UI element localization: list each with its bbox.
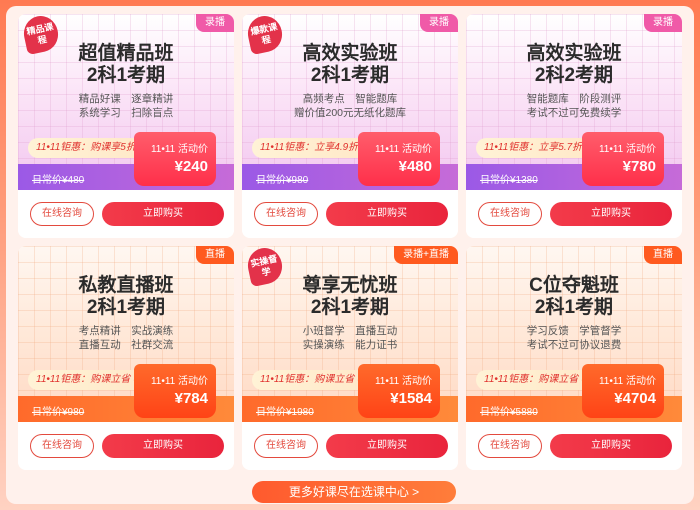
more-courses-button[interactable]: 更多好课尽在选课中心 > <box>252 481 456 503</box>
card-header: 录播 高效实验班 2科2考期 智能题库 阶段测评 考试不过可免费续学 11•11… <box>466 14 682 190</box>
course-features-line2: 实操演练 能力证书 <box>302 339 398 351</box>
activity-label: 11•11 活动价 <box>598 376 656 387</box>
course-type-tag: 录播 <box>644 14 682 32</box>
course-subtitle: 2科2考期 <box>534 65 614 86</box>
course-subtitle: 2科1考期 <box>534 297 614 318</box>
original-price: 日常价¥1380 <box>480 175 538 186</box>
course-type-tag: 直播 <box>196 246 234 264</box>
course-features-line1: 考点精讲 实战演练 <box>78 325 174 337</box>
buy-button[interactable]: 立即购买 <box>326 434 448 458</box>
price-tag: 11•11 活动价 ¥240 <box>134 132 216 186</box>
course-type-tag: 录播 <box>420 14 458 32</box>
card-actions: 在线咨询 立即购买 <box>18 422 234 470</box>
course-card: 录播 精品课程 超值精品班 2科1考期 精品好课 逐章精讲 系统学习 扫除盲点 … <box>18 14 234 238</box>
buy-button[interactable]: 立即购买 <box>550 202 672 226</box>
course-subtitle: 2科1考期 <box>86 65 166 86</box>
course-card: 直播 私教直播班 2科1考期 考点精讲 实战演练 直播互动 社群交流 11•11… <box>18 246 234 470</box>
consult-button[interactable]: 在线咨询 <box>254 434 318 458</box>
course-features-line1: 小班督学 直播互动 <box>302 325 398 337</box>
price-tag: 11•11 活动价 ¥780 <box>582 132 664 186</box>
course-features-line1: 精品好课 逐章精讲 <box>78 93 174 105</box>
card-header: 直播 C位夺魁班 2科1考期 学习反馈 学管督学 考试不过可协议退费 11•11… <box>466 246 682 422</box>
card-header: 录播 精品课程 超值精品班 2科1考期 精品好课 逐章精讲 系统学习 扫除盲点 … <box>18 14 234 190</box>
price-tag: 11•11 活动价 ¥4704 <box>582 364 664 418</box>
activity-price: ¥780 <box>622 158 656 175</box>
activity-label: 11•11 活动价 <box>150 376 208 387</box>
course-subtitle: 2科1考期 <box>310 297 390 318</box>
price-tag: 11•11 活动价 ¥1584 <box>358 364 440 418</box>
price-tag: 11•11 活动价 ¥480 <box>358 132 440 186</box>
course-panel: 录播 精品课程 超值精品班 2科1考期 精品好课 逐章精讲 系统学习 扫除盲点 … <box>6 6 694 504</box>
course-features-line1: 智能题库 阶段测评 <box>526 93 622 105</box>
card-actions: 在线咨询 立即购买 <box>466 422 682 470</box>
card-header: 直播 私教直播班 2科1考期 考点精讲 实战演练 直播互动 社群交流 11•11… <box>18 246 234 422</box>
card-actions: 在线咨询 立即购买 <box>242 190 458 238</box>
original-price: 日常价¥980 <box>32 407 85 418</box>
course-type-tag: 直播 <box>644 246 682 264</box>
activity-label: 11•11 活动价 <box>374 144 432 155</box>
activity-label: 11•11 活动价 <box>150 144 208 155</box>
course-subtitle: 2科1考期 <box>86 297 166 318</box>
course-features-line2: 直播互动 社群交流 <box>78 339 174 351</box>
price-tag: 11•11 活动价 ¥784 <box>134 364 216 418</box>
course-card: 录播+直播 实操督学 尊享无忧班 2科1考期 小班督学 直播互动 实操演练 能力… <box>242 246 458 470</box>
course-card: 录播 高效实验班 2科2考期 智能题库 阶段测评 考试不过可免费续学 11•11… <box>466 14 682 238</box>
consult-button[interactable]: 在线咨询 <box>254 202 318 226</box>
course-type-tag: 录播 <box>196 14 234 32</box>
activity-label: 11•11 活动价 <box>598 144 656 155</box>
course-features-line2: 系统学习 扫除盲点 <box>78 107 174 119</box>
course-features-line2: 赠价值200元无纸化题库 <box>293 107 407 119</box>
activity-price: ¥784 <box>174 390 208 407</box>
card-actions: 在线咨询 立即购买 <box>242 422 458 470</box>
original-price: 日常价¥980 <box>256 175 309 186</box>
buy-button[interactable]: 立即购买 <box>102 202 224 226</box>
activity-price: ¥240 <box>174 158 208 175</box>
course-type-tag: 录播+直播 <box>394 246 458 264</box>
activity-label: 11•11 活动价 <box>374 376 432 387</box>
card-actions: 在线咨询 立即购买 <box>18 190 234 238</box>
buy-button[interactable]: 立即购买 <box>102 434 224 458</box>
course-card: 录播 爆款课程 高效实验班 2科1考期 高频考点 智能题库 赠价值200元无纸化… <box>242 14 458 238</box>
original-price: 日常价¥480 <box>32 175 85 186</box>
card-actions: 在线咨询 立即购买 <box>466 190 682 238</box>
course-features-line1: 学习反馈 学管督学 <box>526 325 622 337</box>
course-subtitle: 2科1考期 <box>310 65 390 86</box>
buy-button[interactable]: 立即购买 <box>326 202 448 226</box>
consult-button[interactable]: 在线咨询 <box>478 202 542 226</box>
card-header: 录播 爆款课程 高效实验班 2科1考期 高频考点 智能题库 赠价值200元无纸化… <box>242 14 458 190</box>
buy-button[interactable]: 立即购买 <box>550 434 672 458</box>
course-features-line2: 考试不过可免费续学 <box>526 107 622 119</box>
consult-button[interactable]: 在线咨询 <box>30 434 94 458</box>
original-price: 日常价¥1980 <box>256 407 314 418</box>
consult-button[interactable]: 在线咨询 <box>30 202 94 226</box>
activity-price: ¥1584 <box>390 390 432 407</box>
activity-price: ¥4704 <box>614 390 656 407</box>
card-header: 录播+直播 实操督学 尊享无忧班 2科1考期 小班督学 直播互动 实操演练 能力… <box>242 246 458 422</box>
activity-price: ¥480 <box>398 158 432 175</box>
consult-button[interactable]: 在线咨询 <box>478 434 542 458</box>
course-card: 直播 C位夺魁班 2科1考期 学习反馈 学管督学 考试不过可协议退费 11•11… <box>466 246 682 470</box>
course-features-line2: 考试不过可协议退费 <box>526 339 622 351</box>
course-features-line1: 高频考点 智能题库 <box>302 93 398 105</box>
original-price: 日常价¥5880 <box>480 407 538 418</box>
